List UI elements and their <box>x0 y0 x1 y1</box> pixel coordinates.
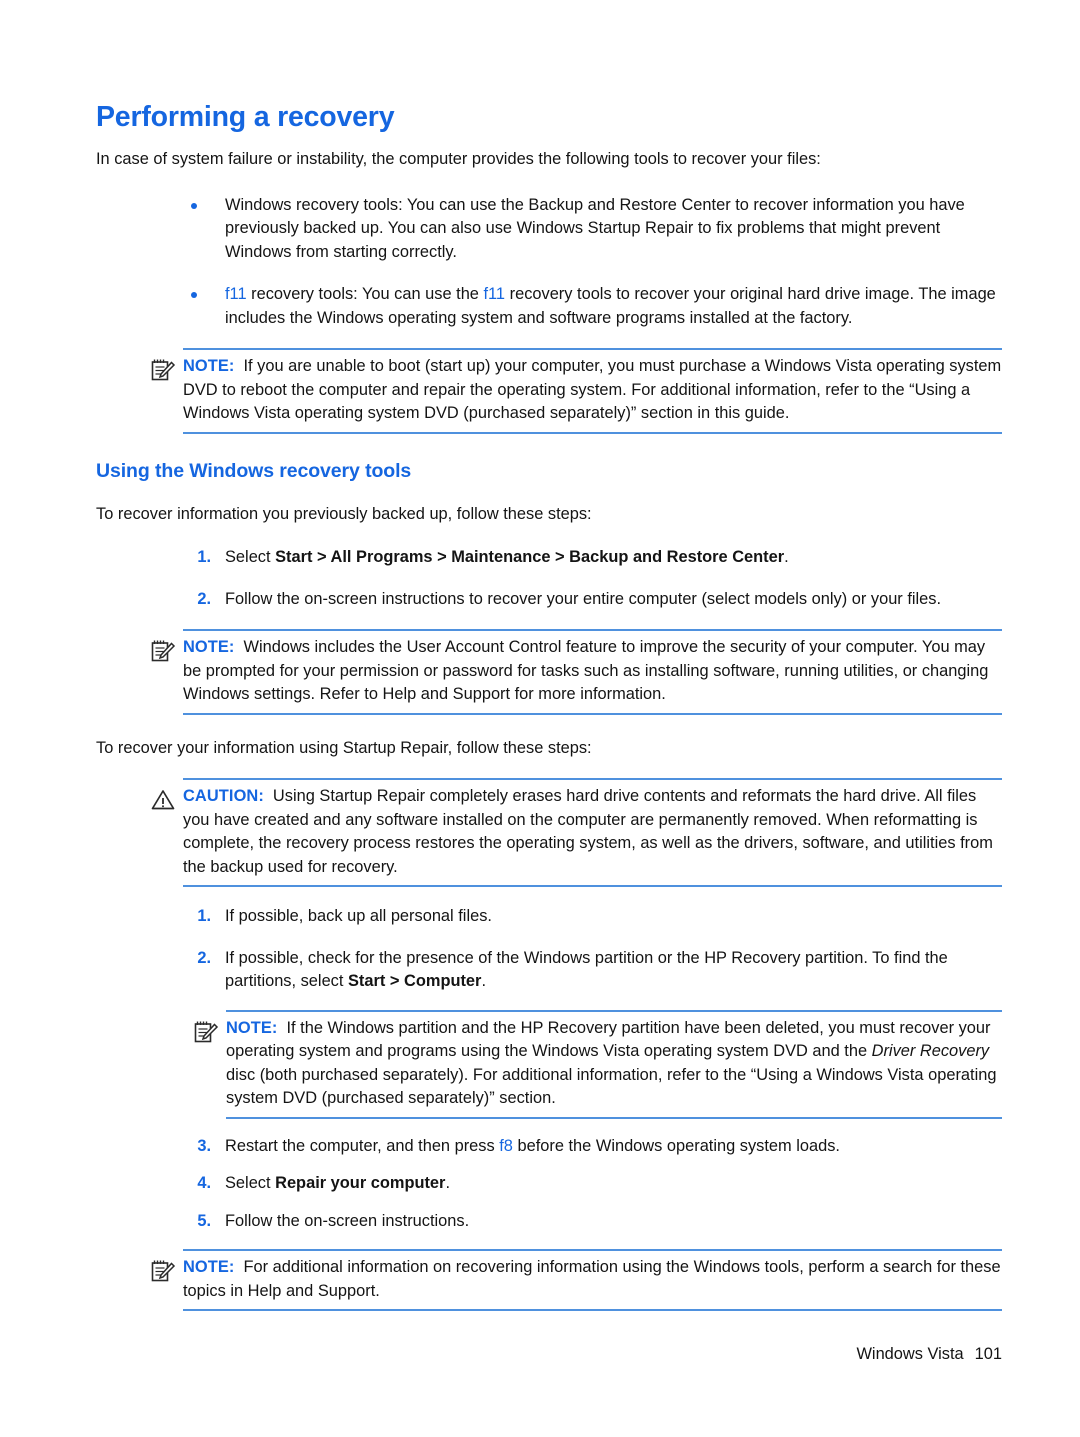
list-item: Windows recovery tools: You can use the … <box>183 194 1002 265</box>
bullet-text: Windows recovery tools: You can use the … <box>225 195 965 261</box>
bullet-dot-icon <box>191 292 197 298</box>
step-bold-path: Start > All Programs > Maintenance > Bac… <box>275 548 785 566</box>
recovery-tools-bullet-list: Windows recovery tools: You can use the … <box>96 194 1002 331</box>
note-label: NOTE: <box>226 1018 278 1037</box>
step-text-end: before the Windows operating system load… <box>512 1136 840 1155</box>
note-text-part-end: disc (both purchased separately). For ad… <box>226 1065 997 1108</box>
step-number: 5. <box>197 1211 211 1230</box>
step-text: Restart the computer, and then press <box>225 1136 500 1155</box>
note-label: NOTE: <box>183 357 235 375</box>
note-body: NOTE: For additional information on recov… <box>183 1256 1002 1303</box>
step-bold-action: Repair your computer <box>275 1174 446 1192</box>
lead-paragraph-startup-repair: To recover your information using Startu… <box>96 738 592 757</box>
note-icon <box>150 357 176 383</box>
caution-label: CAUTION: <box>183 787 264 805</box>
note-label: NOTE: <box>183 638 235 656</box>
table-row: 1. Select Start > All Programs > Maintena… <box>183 546 1002 570</box>
intro-paragraph: In case of system failure or instability… <box>96 150 821 168</box>
step-number: 3. <box>197 1136 211 1155</box>
note-text: For additional information on recovering… <box>183 1258 1001 1300</box>
note-callout-4: NOTE: For additional information on recov… <box>151 1249 1002 1311</box>
note-body: NOTE: If the Windows partition and the HP… <box>226 1017 1002 1111</box>
table-row: 2. If possible, check for the presence of… <box>183 947 1002 994</box>
key-f11: f11 <box>225 285 247 303</box>
content-column: In case of system failure or instability… <box>96 148 1002 1311</box>
table-row: 3. Restart the computer, and then press f… <box>183 1135 1002 1159</box>
step-text: If possible, check for the presence of t… <box>225 948 948 991</box>
key-f11: f11 <box>483 285 506 303</box>
step-text: Select <box>225 548 276 566</box>
note-text: If you are unable to boot (start up) you… <box>183 357 1002 422</box>
note-icon <box>150 1258 176 1284</box>
step-text-end: . <box>481 972 486 990</box>
caution-text: Using Startup Repair completely erases h… <box>183 787 993 876</box>
page-footer: Windows Vista 101 <box>0 1345 1002 1364</box>
table-row: 1. If possible, back up all personal file… <box>183 905 1002 929</box>
caution-callout: CAUTION: Using Startup Repair completely … <box>151 778 1002 887</box>
section-heading-using-windows-recovery-tools: Using the Windows recovery tools <box>96 459 412 482</box>
note-callout-3: NOTE: If the Windows partition and the HP… <box>194 1009 1002 1119</box>
bullet-dot-icon <box>191 202 197 209</box>
note-body: NOTE: Windows includes the User Account C… <box>183 636 1002 707</box>
note-text: Windows includes the User Account Contro… <box>183 638 989 703</box>
note-label: NOTE: <box>183 1258 235 1276</box>
table-row: 4. Select Repair your computer. <box>183 1172 1002 1196</box>
document-page: Performing a recovery In case of system … <box>0 0 1080 1437</box>
step-text: Follow the on-screen instructions to rec… <box>225 589 942 608</box>
footer-book-title: Windows Vista <box>856 1345 964 1363</box>
table-row: 5. Follow the on-screen instructions. <box>183 1210 1002 1234</box>
note-callout-1: NOTE: If you are unable to boot (start up… <box>151 348 1002 434</box>
footer-page-number: 101 <box>974 1345 1002 1363</box>
note-body: NOTE: If you are unable to boot (start up… <box>183 355 1002 426</box>
note-callout-2: NOTE: Windows includes the User Account C… <box>151 629 1002 715</box>
key-f8: f8 <box>499 1136 513 1155</box>
step-number: 1. <box>197 548 211 566</box>
step-number: 4. <box>197 1174 211 1192</box>
note-icon <box>193 1019 219 1045</box>
warning-triangle-icon <box>150 787 176 813</box>
startup-repair-steps-a: 1. If possible, back up all personal file… <box>96 905 1002 994</box>
bullet-text-part: recovery tools: You can use the <box>246 285 484 303</box>
step-text: Follow the on-screen instructions. <box>225 1211 470 1230</box>
step-number: 2. <box>197 589 211 608</box>
step-text: If possible, back up all personal files. <box>225 907 492 925</box>
startup-repair-steps-b: 3. Restart the computer, and then press f… <box>96 1135 1002 1234</box>
table-row: 2. Follow the on-screen instructions to r… <box>183 588 1002 612</box>
step-text: Select <box>225 1174 276 1192</box>
caution-body: CAUTION: Using Startup Repair completely … <box>183 785 1002 879</box>
note-italic-title: Driver Recovery <box>871 1042 990 1060</box>
step-bold-path: Start > Computer <box>348 972 482 990</box>
note-icon <box>150 638 176 664</box>
page-title: Performing a recovery <box>96 101 395 133</box>
step-text-end: . <box>784 548 789 566</box>
step-number: 1. <box>197 907 211 925</box>
step-number: 2. <box>197 948 211 967</box>
step-text-end: . <box>445 1174 450 1192</box>
list-item: f11 recovery tools: You can use the f11 … <box>183 283 1002 330</box>
lead-paragraph-backed-up: To recover information you previously ba… <box>96 504 592 523</box>
windows-recovery-steps: 1. Select Start > All Programs > Maintena… <box>96 546 1002 611</box>
